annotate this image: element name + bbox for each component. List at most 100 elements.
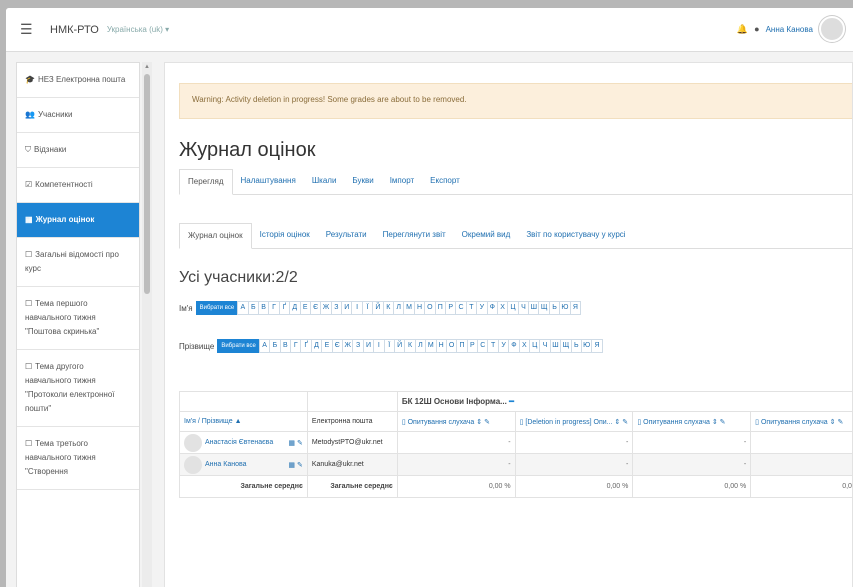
- name-column-label: Ім'я / Прізвище: [184, 418, 233, 425]
- warning-alert: Warning: Activity deletion in progress! …: [179, 83, 852, 119]
- grade-column-label: Опитування слухача: [643, 418, 710, 426]
- grade-column-header[interactable]: ▯ Опитування слухача ⇕ ✎: [750, 411, 852, 432]
- first-name-filter: Ім'я Вибрати все АБВГҐДЕЄЖЗИІЇЙКЛМНОПРСТ…: [179, 301, 582, 315]
- drawer-item-label: Учасники: [37, 110, 73, 119]
- course-header-cell[interactable]: БК 12Ш Основи Інформа... ━: [396, 391, 852, 412]
- overall-average-value: 0,00 %: [396, 475, 516, 498]
- drawer-item[interactable]: ☐ Тема першого навчального тижня "Поштова…: [17, 287, 139, 350]
- sort-edit-icon[interactable]: ⇕ ✎: [710, 419, 726, 426]
- user-avatar[interactable]: [184, 455, 202, 474]
- tab[interactable]: Окремий вид: [454, 223, 519, 248]
- empty-header-cell: [306, 391, 398, 412]
- tab[interactable]: Імпорт: [382, 169, 422, 194]
- drawer-item[interactable]: 🎓 НЕЗ Електронна пошта: [17, 63, 139, 98]
- user-name-cell: Анна Канова ▦ ✎: [179, 453, 308, 476]
- collapse-icon[interactable]: ━: [509, 397, 514, 406]
- tab[interactable]: Експорт: [422, 169, 468, 194]
- folder-icon: ☐: [25, 439, 33, 448]
- drawer-item[interactable]: ☐ Загальні відомості про курс: [17, 238, 139, 287]
- tab[interactable]: Звіт по користувачу у курсі: [518, 223, 633, 248]
- overall-average-value: 0,00 %: [514, 475, 634, 498]
- tab[interactable]: Журнал оцінок: [179, 223, 252, 249]
- drawer-item-label: Компетентності: [35, 180, 93, 189]
- grade-cell[interactable]: -: [396, 431, 516, 454]
- grade-cell[interactable]: -: [632, 453, 752, 476]
- report-grid-icon[interactable]: ▦ ✎: [288, 461, 302, 469]
- table-row: Анна Канова▦ ✎Kanuka@ukr.net----: [179, 453, 852, 476]
- drawer-item-label: Тема другого навчального тижня "Протокол…: [25, 362, 115, 413]
- drawer-item-label: Журнал оцінок: [35, 215, 95, 224]
- drawer-item[interactable]: ⛉ Відзнаки: [17, 133, 139, 168]
- grade-cell[interactable]: -: [750, 453, 852, 476]
- grade-cell[interactable]: -: [750, 431, 852, 454]
- user-link[interactable]: Анна Канова: [205, 461, 247, 468]
- page-title: Журнал оцінок: [179, 139, 316, 161]
- tab[interactable]: Шкали: [304, 169, 345, 194]
- tab[interactable]: Налаштування: [233, 169, 304, 194]
- tab[interactable]: Результати: [318, 223, 375, 248]
- user-link[interactable]: Анастасія Євтенаєва: [205, 439, 273, 446]
- drawer-item-label: НЕЗ Електронна пошта: [37, 75, 126, 84]
- name-column-header[interactable]: Ім'я / Прізвище ▲: [179, 411, 308, 432]
- overall-average-value: 0,00 %: [632, 475, 752, 498]
- sort-edit-icon[interactable]: ⇕ ✎: [828, 419, 844, 426]
- first-name-filter-label: Ім'я: [179, 303, 193, 313]
- badge-icon: ⛉: [25, 145, 31, 154]
- email-cell: Kanuka@ukr.net: [306, 453, 398, 476]
- user-name[interactable]: Анна Канова: [766, 25, 813, 34]
- drawer-scrollbar[interactable]: ▲: [142, 62, 152, 587]
- sort-arrow-icon[interactable]: ▲: [235, 418, 242, 425]
- grade-cell[interactable]: -: [514, 453, 634, 476]
- messages-icon[interactable]: ●: [754, 24, 759, 34]
- hamburger-menu-icon[interactable]: ☰: [20, 21, 40, 38]
- primary-tabs: Перегляд Налаштування Шкали Букви Імпорт Експ…: [179, 169, 852, 195]
- sort-edit-icon[interactable]: ⇕ ✎: [474, 419, 490, 426]
- grade-column-header[interactable]: ▯ Опитування слухача ⇕ ✎: [632, 411, 752, 432]
- sort-edit-icon[interactable]: ⇕ ✎: [612, 419, 628, 426]
- user-avatar[interactable]: [184, 433, 202, 452]
- grade-column-label: Опитування слухача: [407, 418, 475, 426]
- language-selector[interactable]: Українська (uk) ▾: [107, 25, 169, 34]
- notification-bell-icon[interactable]: 🔔: [737, 24, 748, 35]
- drawer-item-label: Відзнаки: [34, 145, 67, 154]
- folder-icon: ☐: [25, 362, 33, 371]
- overall-average-value: 0,00 %: [750, 475, 852, 498]
- drawer-item[interactable]: ▦ Журнал оцінок: [17, 203, 139, 238]
- grade-cell[interactable]: -: [514, 431, 634, 454]
- drawer-scroll-thumb[interactable]: [144, 74, 150, 294]
- report-grid-icon[interactable]: ▦ ✎: [288, 439, 302, 447]
- user-avatar[interactable]: [819, 16, 845, 42]
- tab[interactable]: Букви: [344, 169, 381, 194]
- folder-icon: ☐: [25, 250, 33, 259]
- grade-cell[interactable]: -: [632, 431, 752, 454]
- letter-filter[interactable]: Я: [569, 301, 582, 315]
- grade-column-header[interactable]: ▯ [Deletion in progress] Опи... ⇕ ✎: [514, 411, 634, 432]
- first-name-select-all[interactable]: Вибрати все: [195, 301, 239, 315]
- email-cell: MetodystPTO@ukr.net: [306, 431, 398, 454]
- table-icon: ▦: [25, 215, 33, 224]
- drawer-item[interactable]: ☐ Тема другого навчального тижня "Протоко…: [17, 350, 139, 427]
- navigation-drawer: 🎓 НЕЗ Електронна пошта 👥 Учасники ⛉ Відзнаки ☑…: [16, 62, 140, 587]
- browser-viewport: ☰ НМК-РТО Українська (uk) ▾ 🔔 ● Анна Кан…: [6, 8, 853, 587]
- scroll-up-arrow-icon[interactable]: ▲: [144, 64, 150, 70]
- drawer-item[interactable]: ☑ Компетентності: [17, 168, 139, 203]
- main-content: Warning: Activity deletion in progress! …: [164, 62, 853, 587]
- last-name-select-all[interactable]: Вибрати все: [217, 339, 260, 353]
- folder-icon: ☐: [25, 299, 33, 308]
- email-column-header[interactable]: Електронна пошта: [306, 411, 398, 432]
- drawer-item[interactable]: 👥 Учасники: [17, 98, 139, 133]
- column-header-row: Ім'я / Прізвище ▲ Електронна пошта ▯ Опи…: [179, 411, 852, 432]
- site-brand[interactable]: НМК-РТО: [50, 24, 99, 36]
- letter-filter[interactable]: Я: [591, 339, 603, 353]
- course-header-label: БК 12Ш Основи Інформа...: [401, 397, 507, 406]
- grade-column-header[interactable]: ▯ Опитування слухача ⇕ ✎: [396, 411, 516, 432]
- tab[interactable]: Перегляд: [179, 169, 233, 195]
- grade-column-label: [Deletion in progress] Опи...: [525, 418, 613, 426]
- table-row: Анастасія Євтенаєва ▦ ✎ MetodystPTO@ukr.ne…: [179, 431, 852, 454]
- tab[interactable]: Історія оцінок: [252, 223, 318, 248]
- tab[interactable]: Переглянути звіт: [375, 223, 454, 248]
- user-menu-area: 🔔 ● Анна Канова: [737, 16, 845, 42]
- drawer-item[interactable]: ☐ Тема третього навчального тижня "Створе…: [17, 427, 139, 490]
- grade-cell[interactable]: -: [396, 453, 516, 476]
- top-navbar: ☰ НМК-РТО Українська (uk) ▾ 🔔 ● Анна Кан…: [6, 8, 853, 52]
